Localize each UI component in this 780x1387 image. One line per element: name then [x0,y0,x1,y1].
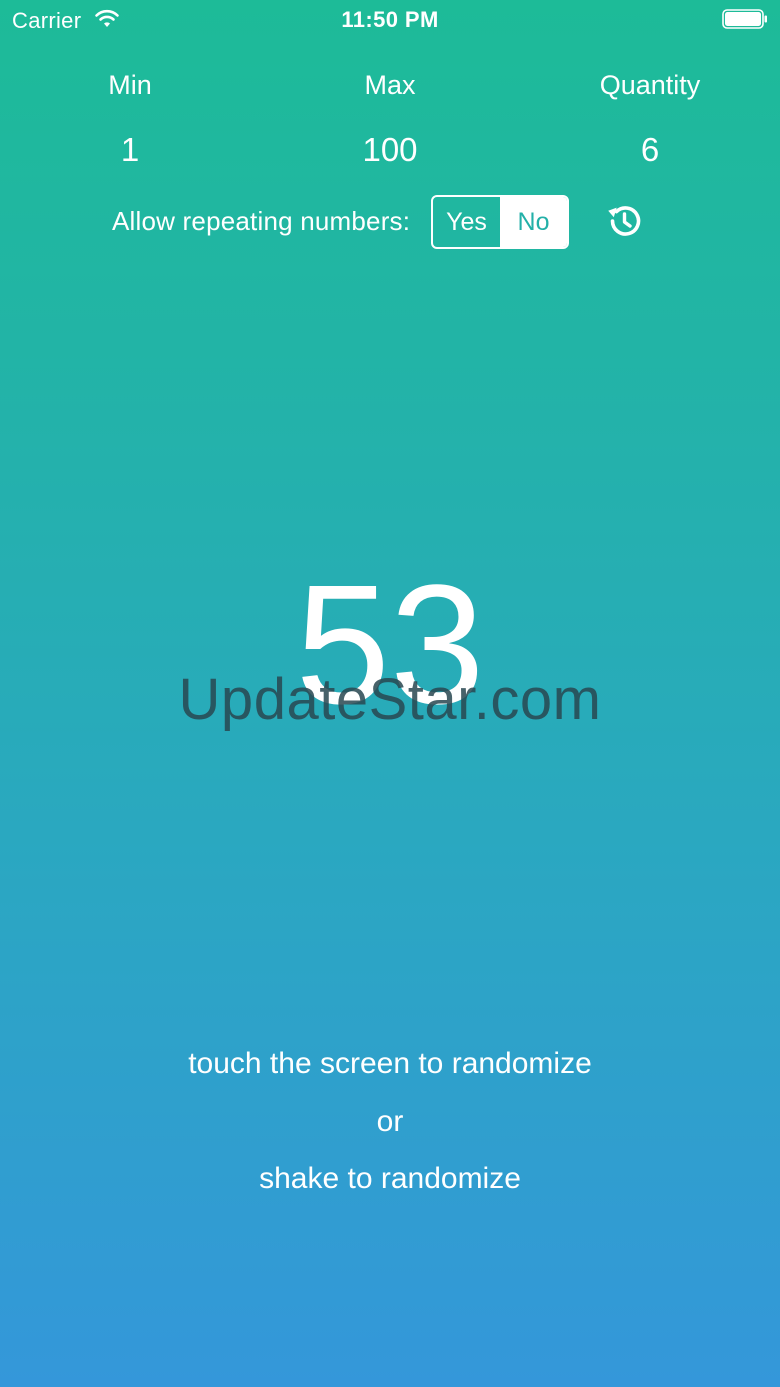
instruction-touch: touch the screen to randomize [188,1047,592,1080]
max-label: Max [364,70,416,100]
min-value-field[interactable]: 1 [30,131,230,169]
battery-icon [722,9,767,29]
history-icon[interactable] [603,200,645,242]
repeat-no-segment[interactable]: No [500,197,567,247]
min-label: Min [108,70,152,100]
status-bar: Carrier 11:50 PM [0,0,780,40]
repeat-yes-segment[interactable]: Yes [433,197,500,247]
repeat-segmented-control[interactable]: Yes No [431,195,569,249]
watermark-text: UpdateStar.com [178,667,602,732]
quantity-label: Quantity [599,70,701,100]
randomize-touch-area[interactable] [0,270,780,1387]
instruction-or: or [376,1105,404,1138]
max-value-field[interactable]: 100 [290,131,490,169]
quantity-value-field[interactable]: 6 [550,131,750,169]
app-screen: Carrier 11:50 PM Min Max Quantity 1 100 … [0,0,780,1387]
status-time: 11:50 PM [341,7,439,32]
instruction-shake: shake to randomize [259,1162,521,1195]
repeat-numbers-label: Allow repeating numbers: [112,206,411,236]
